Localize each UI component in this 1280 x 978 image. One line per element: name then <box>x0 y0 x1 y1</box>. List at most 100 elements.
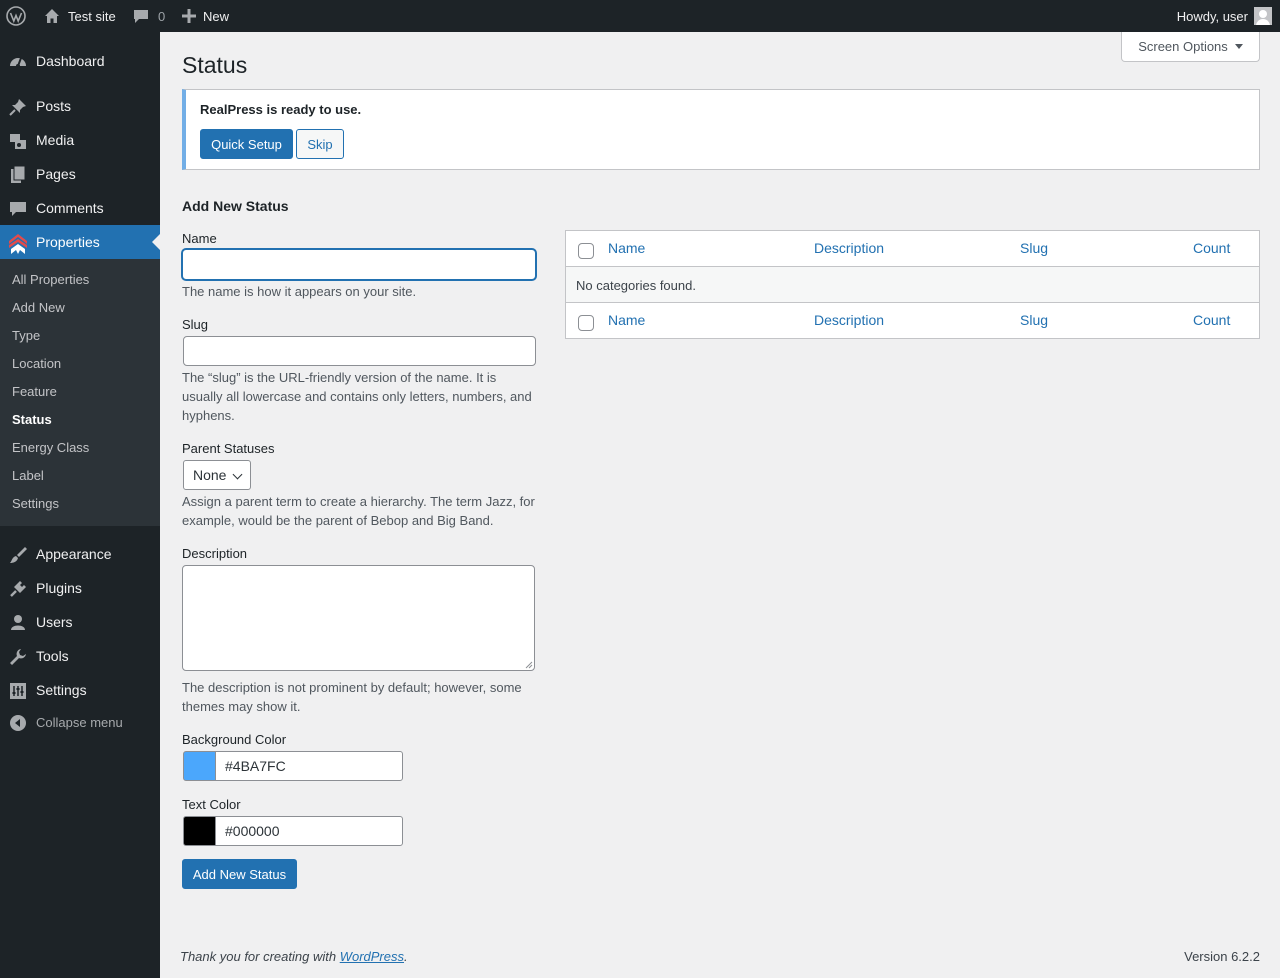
dashboard-icon <box>8 52 28 72</box>
submenu-item-all-properties[interactable]: All Properties <box>12 272 89 287</box>
submenu-item-feature[interactable]: Feature <box>12 384 57 399</box>
comments-count: 0 <box>158 8 166 24</box>
column-footer-count[interactable]: Count <box>1193 312 1230 328</box>
notice-text: RealPress is ready to use. <box>200 102 362 117</box>
sidebar-item-properties[interactable]: Properties <box>0 225 160 259</box>
resize-handle-icon[interactable] <box>525 661 533 669</box>
comment-icon <box>8 199 28 219</box>
name-input[interactable] <box>182 249 536 280</box>
sidebar-item-label: Appearance <box>36 546 112 562</box>
submenu-item-add-new[interactable]: Add New <box>12 300 65 315</box>
new-content-link[interactable]: New <box>182 0 229 32</box>
background-color-input[interactable]: #4BA7FC <box>215 751 403 781</box>
realpress-notice: RealPress is ready to use. Quick Setup S… <box>182 89 1260 170</box>
sidebar-item-dashboard[interactable]: Dashboard <box>0 44 160 78</box>
collapse-menu-button[interactable]: Collapse menu <box>0 705 160 739</box>
new-label: New <box>203 8 230 24</box>
footer-period: . <box>404 949 408 964</box>
parent-statuses-label: Parent Statuses <box>182 441 275 456</box>
slug-input[interactable] <box>183 336 536 366</box>
text-color-swatch[interactable] <box>183 816 216 846</box>
select-all-checkbox[interactable] <box>578 243 594 259</box>
site-name-link[interactable]: Test site <box>44 0 116 32</box>
parent-statuses-select[interactable]: None <box>183 460 251 490</box>
admin-sidebar: Dashboard Posts Media Pages Comments Pro… <box>0 32 160 978</box>
realpress-logo-icon <box>8 233 28 254</box>
howdy-text: Howdy, user <box>1176 8 1248 24</box>
text-color-picker: #000000 <box>182 816 403 846</box>
add-new-status-button[interactable]: Add New Status <box>182 859 297 889</box>
wordpress-logo-icon[interactable] <box>6 0 26 32</box>
background-color-swatch[interactable] <box>183 751 216 781</box>
column-footer-description[interactable]: Description <box>814 312 884 328</box>
wrench-icon <box>8 647 28 667</box>
wordpress-link[interactable]: WordPress <box>340 949 404 964</box>
pin-icon <box>8 97 28 117</box>
background-color-label: Background Color <box>182 732 287 747</box>
sidebar-item-label: Properties <box>36 234 100 250</box>
sidebar-item-label: Pages <box>36 166 76 182</box>
description-help: The description is not prominent by defa… <box>182 680 522 714</box>
table-header-row: Name Description Slug Count <box>566 231 1259 267</box>
table-row: No categories found. <box>566 267 1259 303</box>
submenu-item-type[interactable]: Type <box>12 328 40 343</box>
comment-icon <box>134 10 148 23</box>
submenu-item-status[interactable]: Status <box>12 412 52 427</box>
page-title: Status <box>182 52 248 78</box>
sidebar-item-appearance[interactable]: Appearance <box>0 537 160 571</box>
chevron-down-icon <box>232 469 243 480</box>
column-header-name[interactable]: Name <box>608 240 645 256</box>
pages-icon <box>8 165 28 185</box>
sidebar-item-label: Plugins <box>36 580 82 596</box>
name-label: Name <box>182 231 217 246</box>
collapse-icon <box>8 713 28 733</box>
sidebar-item-pages[interactable]: Pages <box>0 157 160 191</box>
select-all-checkbox-footer[interactable] <box>578 315 594 331</box>
media-icon <box>8 131 28 151</box>
column-footer-slug[interactable]: Slug <box>1020 312 1048 328</box>
parent-help: Assign a parent term to create a hierarc… <box>182 494 535 528</box>
submenu-item-label[interactable]: Label <box>12 468 44 483</box>
slug-help: The “slug” is the URL-friendly version o… <box>182 370 532 423</box>
description-textarea[interactable] <box>182 565 535 671</box>
column-header-count[interactable]: Count <box>1193 240 1230 256</box>
footer-thanks: Thank you for creating with WordPress. <box>180 949 408 964</box>
sidebar-item-label: Tools <box>36 648 69 664</box>
avatar <box>1254 7 1272 25</box>
home-icon <box>45 9 59 23</box>
sidebar-item-posts[interactable]: Posts <box>0 89 160 123</box>
sidebar-item-label: Dashboard <box>36 53 105 69</box>
properties-submenu: All Properties Add New Type Location Fea… <box>0 259 160 526</box>
text-color-input[interactable]: #000000 <box>215 816 403 846</box>
account-menu[interactable]: Howdy, user <box>1177 0 1272 32</box>
submenu-item-settings[interactable]: Settings <box>12 496 59 511</box>
skip-button[interactable]: Skip <box>296 129 344 159</box>
site-name: Test site <box>68 8 116 24</box>
sidebar-item-settings[interactable]: Settings <box>0 673 160 707</box>
sidebar-item-tools[interactable]: Tools <box>0 639 160 673</box>
column-footer-name[interactable]: Name <box>608 312 645 328</box>
empty-message: No categories found. <box>576 278 696 293</box>
sidebar-item-users[interactable]: Users <box>0 605 160 639</box>
sidebar-item-label: Media <box>36 132 75 148</box>
quick-setup-button[interactable]: Quick Setup <box>200 129 293 159</box>
column-header-slug[interactable]: Slug <box>1020 240 1048 256</box>
submenu-item-location[interactable]: Location <box>12 356 61 371</box>
name-help: The name is how it appears on your site. <box>182 284 417 299</box>
column-header-description[interactable]: Description <box>814 240 884 256</box>
sidebar-item-plugins[interactable]: Plugins <box>0 571 160 605</box>
plug-icon <box>8 579 28 599</box>
sidebar-item-label: Settings <box>36 682 87 698</box>
description-label: Description <box>182 546 248 561</box>
footer-version: Version 6.2.2 <box>1184 949 1260 964</box>
sidebar-item-comments[interactable]: Comments <box>0 191 160 225</box>
sidebar-item-label: Comments <box>36 200 104 216</box>
settings-icon <box>8 681 28 701</box>
brush-icon <box>8 545 28 565</box>
sidebar-item-media[interactable]: Media <box>0 123 160 157</box>
comments-link[interactable]: 0 <box>133 0 165 32</box>
submenu-item-energy-class[interactable]: Energy Class <box>12 440 89 455</box>
screen-options-button[interactable]: Screen Options <box>1121 32 1260 62</box>
slug-label: Slug <box>182 317 209 332</box>
table-footer-row: Name Description Slug Count <box>566 303 1259 339</box>
